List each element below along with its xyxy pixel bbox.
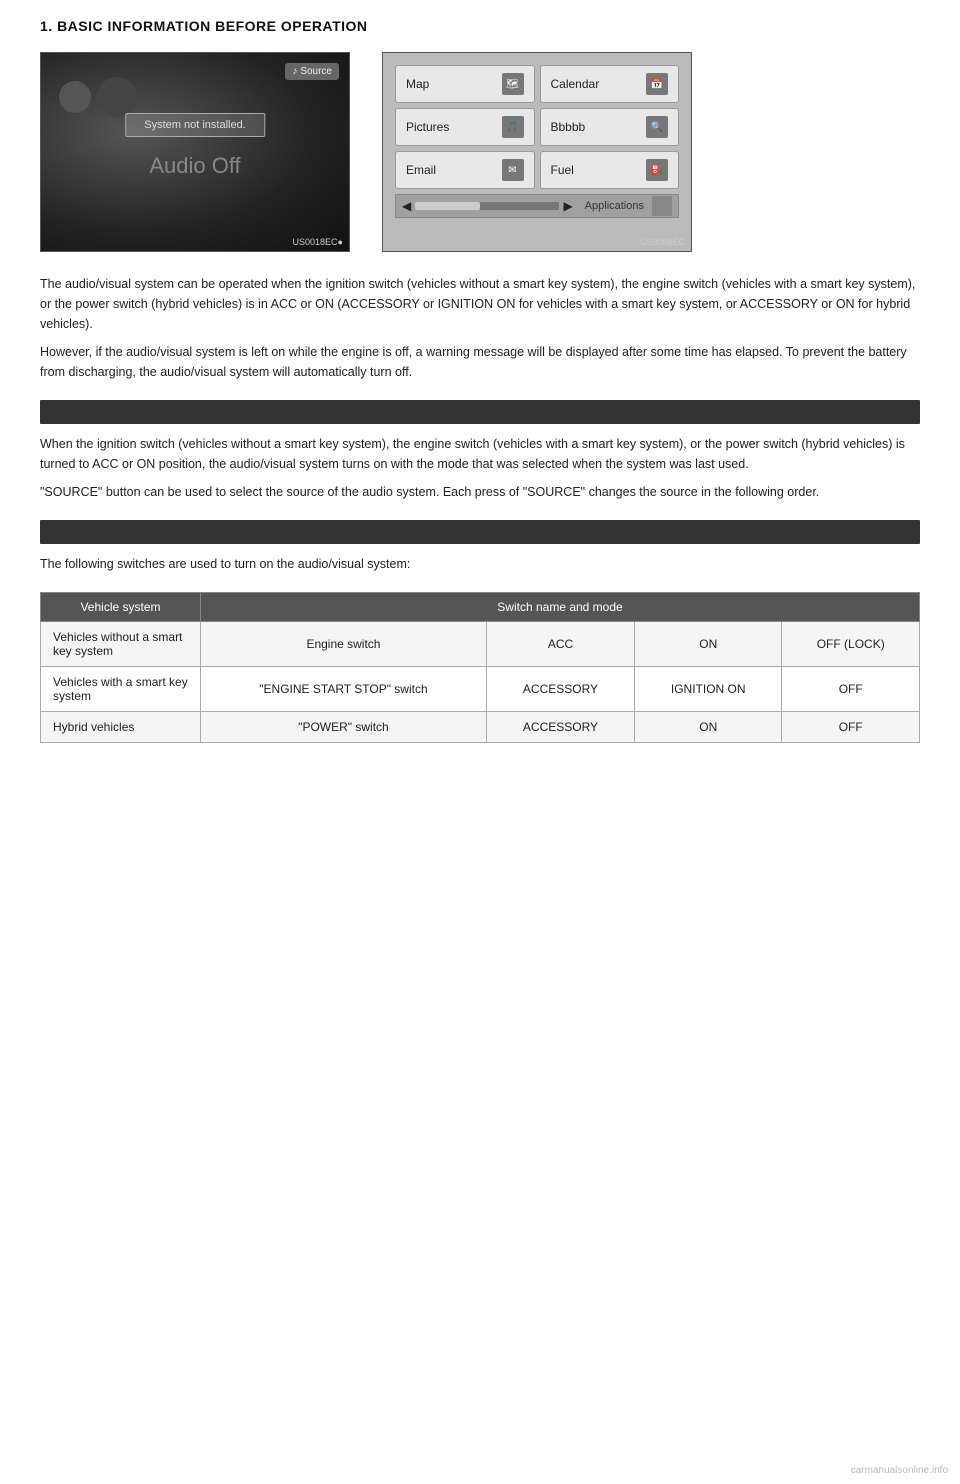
page-title: 1. BASIC INFORMATION BEFORE OPERATION bbox=[40, 18, 920, 34]
decorative-circles bbox=[59, 81, 137, 117]
section-header-1 bbox=[40, 400, 920, 424]
vehicles-with-smart-text: Vehicles with a smart key system bbox=[53, 675, 188, 703]
calendar-label: Calendar bbox=[551, 77, 600, 91]
calendar-icon: 📅 bbox=[646, 73, 668, 95]
table-row-hybrid: Hybrid vehicles "POWER" switch ACCESSORY… bbox=[41, 712, 920, 743]
map-icon: 🗺 bbox=[502, 73, 524, 95]
section2-para-1: The following switches are used to turn … bbox=[40, 554, 920, 574]
screenshots-row: ♪ Source System not installed. Audio Off… bbox=[40, 52, 920, 252]
section1-para-2: "SOURCE" button can be used to select th… bbox=[40, 482, 920, 502]
ignition-on-mode: IGNITION ON bbox=[635, 667, 782, 712]
app-tile-email[interactable]: Email ✉ bbox=[395, 151, 535, 189]
intro-para-1: The audio/visual system can be operated … bbox=[40, 274, 920, 334]
accessory-mode-hybrid: ACCESSORY bbox=[486, 712, 634, 743]
map-label: Map bbox=[406, 77, 429, 91]
bbbbb-icon: 🔍 bbox=[646, 116, 668, 138]
without-text: without bbox=[460, 277, 500, 291]
audio-off-label: Audio Off bbox=[149, 153, 240, 179]
engine-start-stop-switch: "ENGINE START STOP" switch bbox=[201, 667, 487, 712]
table-row-with-smart-key: Vehicles with a smart key system "ENGINE… bbox=[41, 667, 920, 712]
system-not-installed-msg: System not installed. bbox=[125, 113, 265, 137]
screenshot-label-left: US0018EC● bbox=[293, 237, 343, 247]
on-mode: ON bbox=[635, 622, 782, 667]
table-header-switch-name-mode: Switch name and mode bbox=[201, 593, 920, 622]
section1-para-1: When the ignition switch (vehicles witho… bbox=[40, 434, 920, 474]
fuel-label: Fuel bbox=[551, 163, 574, 177]
applications-label: Applications bbox=[585, 200, 644, 212]
apps-bottom-bar: ◀ ▶ Applications bbox=[395, 194, 679, 218]
table-header-vehicle-system: Vehicle system bbox=[41, 593, 201, 622]
circle-1 bbox=[59, 81, 91, 113]
email-icon: ✉ bbox=[502, 159, 524, 181]
vehicle-switch-table: Vehicle system Switch name and mode Vehi… bbox=[40, 592, 920, 743]
pictures-label: Pictures bbox=[406, 120, 449, 134]
off-mode-smart: OFF bbox=[782, 667, 920, 712]
screenshot-label-right: US3098EC bbox=[640, 237, 685, 247]
off-mode-hybrid: OFF bbox=[782, 712, 920, 743]
audio-off-screenshot: ♪ Source System not installed. Audio Off… bbox=[40, 52, 350, 252]
app-tile-map[interactable]: Map 🗺 bbox=[395, 65, 535, 103]
off-lock-mode: OFF (LOCK) bbox=[782, 622, 920, 667]
app-tile-calendar[interactable]: Calendar 📅 bbox=[540, 65, 680, 103]
app-tile-pictures[interactable]: Pictures 🎵 bbox=[395, 108, 535, 146]
apps-screenshot: Map 🗺 Calendar 📅 Pictures 🎵 Bbbbb bbox=[382, 52, 692, 252]
hybrid-vehicles-label: Hybrid vehicles bbox=[41, 712, 201, 743]
source-label: Source bbox=[300, 66, 332, 77]
app-tile-fuel[interactable]: Fuel ⛽ bbox=[540, 151, 680, 189]
acc-mode: ACC bbox=[486, 622, 634, 667]
circle-2 bbox=[97, 77, 137, 117]
fuel-icon: ⛽ bbox=[646, 159, 668, 181]
vehicle-without-smart-key: Vehicles without a smart key system bbox=[41, 622, 201, 667]
engine-switch-label: Engine switch bbox=[201, 622, 487, 667]
app-tile-bbbbb[interactable]: Bbbbb 🔍 bbox=[540, 108, 680, 146]
apps-slider[interactable] bbox=[415, 202, 559, 210]
on-mode-hybrid: ON bbox=[635, 712, 782, 743]
music-icon: ♪ bbox=[292, 66, 297, 77]
footer-watermark: carmanualsonline.info bbox=[851, 1465, 948, 1476]
section-header-2 bbox=[40, 520, 920, 544]
right-arrow-icon[interactable]: ▶ bbox=[563, 199, 572, 213]
apps-slider-fill bbox=[415, 202, 480, 210]
intro-para-2: However, if the audio/visual system is l… bbox=[40, 342, 920, 382]
apps-settings-icon[interactable] bbox=[652, 196, 672, 216]
accessory-mode: ACCESSORY bbox=[486, 667, 634, 712]
power-switch-label: "POWER" switch bbox=[201, 712, 487, 743]
vehicle-with-smart-key: Vehicles with a smart key system bbox=[41, 667, 201, 712]
source-button[interactable]: ♪ Source bbox=[285, 63, 339, 80]
email-label: Email bbox=[406, 163, 436, 177]
pictures-icon: 🎵 bbox=[502, 116, 524, 138]
bbbbb-label: Bbbbb bbox=[551, 120, 586, 134]
left-arrow-icon[interactable]: ◀ bbox=[402, 199, 411, 213]
table-row-without-smart-key: Vehicles without a smart key system Engi… bbox=[41, 622, 920, 667]
